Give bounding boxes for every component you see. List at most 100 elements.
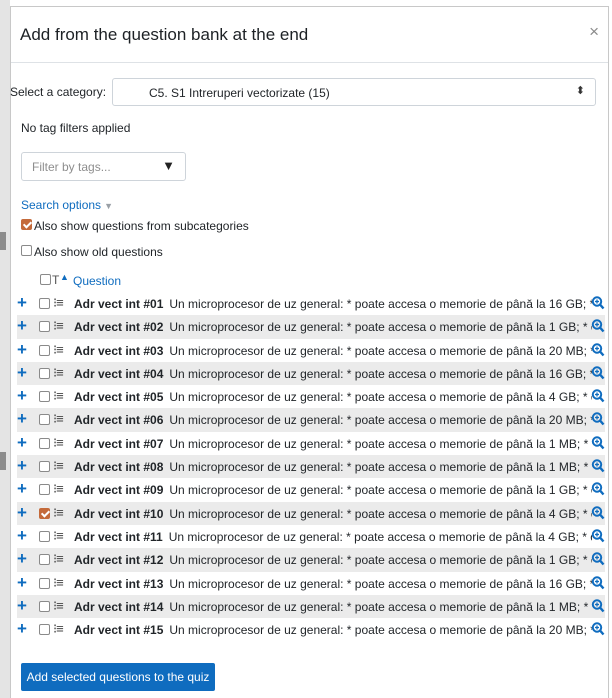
dropdown-triangle-icon: ▼	[162, 158, 175, 173]
question-text: Adr vect int #02 Un microprocesor de uz g…	[74, 320, 592, 334]
question-text: Adr vect int #15 Un microprocesor de uz g…	[74, 623, 592, 637]
zoom-in-icon[interactable]	[591, 481, 605, 497]
question-checkbox[interactable]	[39, 437, 50, 449]
zoom-in-icon[interactable]	[591, 388, 605, 404]
question-checkbox[interactable]	[39, 530, 50, 542]
caret-down-icon: ▼	[104, 201, 113, 211]
select-all-checkbox[interactable]	[40, 274, 51, 285]
question-name: Adr vect int #02	[74, 320, 164, 335]
plus-icon[interactable]: +	[17, 455, 27, 477]
plus-icon[interactable]: +	[17, 478, 27, 500]
question-name: Adr vect int #06	[74, 413, 164, 428]
plus-icon[interactable]: +	[17, 292, 27, 314]
close-icon[interactable]: ×	[589, 22, 599, 42]
zoom-in-icon[interactable]	[591, 318, 605, 334]
category-select[interactable]: C5. S1 Intreruperi vectorizate (15) ⬍	[112, 78, 596, 106]
plus-icon[interactable]: +	[17, 502, 27, 524]
background-page-edge	[0, 0, 10, 698]
plus-icon[interactable]: +	[17, 572, 27, 594]
question-checkbox[interactable]	[39, 577, 50, 589]
add-selected-button[interactable]: Add selected questions to the quiz	[21, 663, 215, 691]
question-name: Adr vect int #15	[74, 623, 164, 638]
plus-icon[interactable]: +	[17, 385, 27, 407]
multichoice-icon: ⁝≡	[53, 318, 64, 334]
question-preview-text: Un microprocesor de uz general: * poate …	[169, 599, 592, 614]
question-preview-text: Un microprocesor de uz general: * poate …	[169, 297, 592, 311]
question-text: Adr vect int #10 Un microprocesor de uz g…	[74, 507, 592, 521]
dialog-title: Add from the question bank at the end	[20, 25, 309, 44]
type-column-header[interactable]: T	[52, 273, 59, 287]
question-checkbox[interactable]	[39, 367, 50, 379]
question-preview-text: Un microprocesor de uz general: * poate …	[169, 390, 592, 405]
tag-filter-input[interactable]: Filter by tags... ▼	[21, 152, 186, 181]
plus-icon[interactable]: +	[17, 525, 27, 547]
question-name: Adr vect int #14	[74, 599, 164, 614]
plus-icon[interactable]: +	[17, 408, 27, 430]
question-checkbox[interactable]	[39, 600, 50, 612]
question-text: Adr vect int #06 Un microprocesor de uz g…	[74, 413, 592, 427]
zoom-in-icon[interactable]	[591, 365, 605, 381]
tag-filter-placeholder: Filter by tags...	[32, 160, 111, 174]
question-checkbox[interactable]	[39, 391, 50, 403]
plus-icon[interactable]: +	[17, 315, 27, 337]
question-checkbox[interactable]	[39, 624, 50, 636]
sort-ascending-icon[interactable]: ▲	[60, 272, 69, 282]
question-preview-text: Un microprocesor de uz general: * poate …	[169, 623, 592, 638]
subcategories-label: Also show questions from subcategories	[34, 219, 249, 233]
question-preview-text: Un microprocesor de uz general: * poate …	[169, 483, 592, 498]
plus-icon[interactable]: +	[17, 618, 27, 640]
question-checkbox[interactable]	[39, 321, 50, 333]
multichoice-icon: ⁝≡	[53, 388, 64, 404]
zoom-in-icon[interactable]	[591, 411, 605, 427]
old-questions-checkbox[interactable]	[21, 245, 32, 256]
search-options-toggle[interactable]: Search options ▼	[21, 198, 113, 212]
zoom-in-icon[interactable]	[591, 505, 605, 521]
multichoice-icon: ⁝≡	[53, 341, 64, 357]
plus-icon[interactable]: +	[17, 595, 27, 617]
question-name: Adr vect int #08	[74, 460, 164, 475]
question-checkbox[interactable]	[39, 344, 50, 356]
zoom-in-icon[interactable]	[591, 342, 605, 358]
zoom-in-icon[interactable]	[591, 458, 605, 474]
table-row: + ⁝≡ Adr vect int #10 Un microprocesor de u…	[17, 501, 605, 525]
question-text: Adr vect int #08 Un microprocesor de uz g…	[74, 460, 592, 474]
zoom-in-icon[interactable]	[591, 295, 605, 311]
zoom-in-icon[interactable]	[591, 621, 605, 637]
zoom-in-icon[interactable]	[591, 435, 605, 451]
plus-icon[interactable]: +	[17, 339, 27, 361]
table-row: + ⁝≡ Adr vect int #06 Un microprocesor de u…	[17, 408, 605, 432]
question-checkbox[interactable]	[39, 507, 50, 519]
question-checkbox[interactable]	[39, 461, 50, 473]
tag-filter-status: No tag filters applied	[21, 121, 131, 135]
zoom-in-icon[interactable]	[591, 575, 605, 591]
question-name: Adr vect int #04	[74, 366, 164, 381]
question-text: Adr vect int #07 Un microprocesor de uz g…	[74, 437, 592, 451]
multichoice-icon: ⁝≡	[53, 295, 64, 310]
question-text: Adr vect int #01 Un microprocesor de uz g…	[74, 297, 592, 311]
zoom-in-icon[interactable]	[591, 598, 605, 614]
table-row: + ⁝≡ Adr vect int #12 Un microprocesor de u…	[17, 548, 605, 572]
plus-icon[interactable]: +	[17, 548, 27, 570]
plus-icon[interactable]: +	[17, 362, 27, 384]
zoom-in-icon[interactable]	[591, 528, 605, 544]
question-checkbox[interactable]	[39, 298, 50, 309]
question-checkbox[interactable]	[39, 554, 50, 566]
category-row: Select a category: C5. S1 Intreruperi ve…	[10, 78, 596, 106]
multichoice-icon: ⁝≡	[53, 597, 64, 613]
multichoice-icon: ⁝≡	[53, 551, 64, 567]
question-checkbox[interactable]	[39, 484, 50, 496]
question-text: Adr vect int #12 Un microprocesor de uz g…	[74, 553, 592, 567]
question-text: Adr vect int #14 Un microprocesor de uz g…	[74, 600, 592, 614]
question-text: Adr vect int #04 Un microprocesor de uz g…	[74, 367, 592, 381]
question-text: Adr vect int #05 Un microprocesor de uz g…	[74, 390, 592, 404]
zoom-in-icon[interactable]	[591, 551, 605, 567]
question-list: + ⁝≡ Adr vect int #01 Un microprocesor de u…	[17, 292, 605, 641]
question-text: Adr vect int #09 Un microprocesor de uz g…	[74, 483, 592, 497]
background-marker	[0, 232, 6, 250]
question-column-header[interactable]: Question	[73, 274, 121, 288]
plus-icon[interactable]: +	[17, 432, 27, 454]
subcategories-checkbox[interactable]	[21, 219, 32, 230]
select-arrows-icon: ⬍	[575, 85, 585, 97]
table-row: + ⁝≡ Adr vect int #01 Un microprocesor de u…	[17, 292, 605, 315]
question-checkbox[interactable]	[39, 414, 50, 426]
